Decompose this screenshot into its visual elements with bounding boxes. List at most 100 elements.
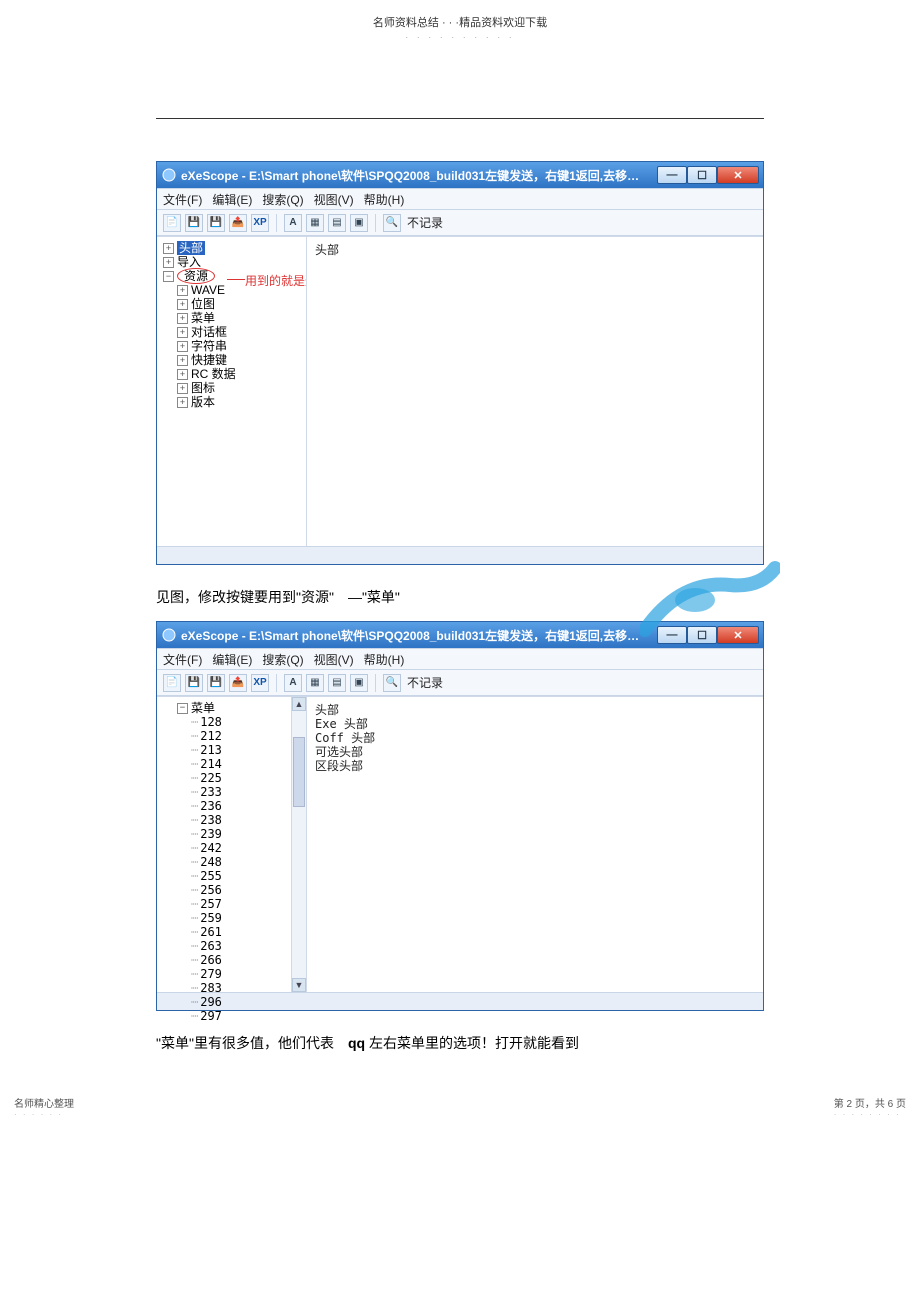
tree-node-menu-item[interactable]: ┈256 — [163, 883, 287, 897]
scrollbar[interactable]: ▲ ▼ — [291, 697, 306, 992]
collapse-icon[interactable]: − — [177, 703, 188, 714]
expand-icon[interactable]: + — [177, 397, 188, 408]
scroll-up-icon[interactable]: ▲ — [292, 697, 306, 711]
tree-node-menu-item[interactable]: ┈213 — [163, 743, 287, 757]
menu-view[interactable]: 视图(V) — [314, 191, 354, 208]
tree-node-string[interactable]: +字符串 — [163, 339, 302, 353]
expand-icon[interactable]: + — [177, 341, 188, 352]
titlebar[interactable]: eXeScope - E:\Smart phone\软件\SPQQ2008_bu… — [157, 162, 763, 188]
scroll-down-icon[interactable]: ▼ — [292, 978, 306, 992]
caption-1-text: 见图，修改按键要用到"资源" —"菜单" — [156, 589, 400, 605]
tree-node-icon[interactable]: +图标 — [163, 381, 302, 395]
tree-node-dialog[interactable]: +对话框 — [163, 325, 302, 339]
menu-search[interactable]: 搜索(Q) — [262, 651, 303, 668]
scroll-thumb[interactable] — [293, 737, 305, 807]
tree-node-header[interactable]: +头部 — [163, 241, 302, 255]
menu-view[interactable]: 视图(V) — [314, 651, 354, 668]
tool-log-icon[interactable]: 🔍 — [383, 674, 401, 692]
expand-icon[interactable]: + — [163, 257, 174, 268]
tree-node-menu-root[interactable]: −菜单 — [163, 701, 287, 715]
expand-icon[interactable]: + — [177, 327, 188, 338]
tree-node-accel[interactable]: +快捷键 — [163, 353, 302, 367]
tree-label: 212 — [200, 729, 222, 743]
tree-node-menu-item[interactable]: ┈259 — [163, 911, 287, 925]
maximize-button[interactable]: ☐ — [687, 626, 717, 644]
menu-file[interactable]: 文件(F) — [163, 191, 202, 208]
menu-file[interactable]: 文件(F) — [163, 651, 202, 668]
tool-export-icon[interactable]: 📤 — [229, 674, 247, 692]
titlebar[interactable]: eXeScope - E:\Smart phone\软件\SPQQ2008_bu… — [157, 622, 763, 648]
tree-node-menu-item[interactable]: ┈128 — [163, 715, 287, 729]
tool-grid-icon[interactable]: ▤ — [328, 674, 346, 692]
tree-node-menu[interactable]: +菜单 — [163, 311, 302, 325]
collapse-icon[interactable]: − — [163, 271, 174, 282]
toolbar-sep-2 — [375, 674, 376, 692]
close-button[interactable]: ✕ — [717, 166, 759, 184]
expand-icon[interactable]: + — [177, 285, 188, 296]
tool-xp-icon[interactable]: XP — [251, 214, 269, 232]
tree-node-menu-item[interactable]: ┈297 — [163, 1009, 287, 1023]
tool-open-icon[interactable]: 📄 — [163, 674, 181, 692]
expand-icon[interactable]: + — [177, 313, 188, 324]
statusbar — [157, 546, 763, 564]
tree-label: 128 — [200, 715, 222, 729]
tree-node-menu-item[interactable]: ┈296 — [163, 995, 287, 1009]
detail-line: 头部 — [315, 703, 755, 717]
tool-log-icon[interactable]: 🔍 — [383, 214, 401, 232]
tree-node-menu-item[interactable]: ┈279 — [163, 967, 287, 981]
tree-node-menu-item[interactable]: ┈214 — [163, 757, 287, 771]
tree-node-menu-item[interactable]: ┈239 — [163, 827, 287, 841]
tree-node-menu-item[interactable]: ┈233 — [163, 785, 287, 799]
tool-size-icon[interactable]: ▦ — [306, 214, 324, 232]
tree-node-menu-item[interactable]: ┈257 — [163, 897, 287, 911]
tree-node-rcdata[interactable]: +RC 数据 — [163, 367, 302, 381]
toolbar: 📄 💾 💾 📤 XP A ▦ ▤ ▣ 🔍 不记录 — [157, 670, 763, 696]
tree-node-import[interactable]: +导入 — [163, 255, 302, 269]
tool-open-icon[interactable]: 📄 — [163, 214, 181, 232]
tree-node-menu-item[interactable]: ┈263 — [163, 939, 287, 953]
tree-node-menu-item[interactable]: ┈236 — [163, 799, 287, 813]
menu-edit[interactable]: 编辑(E) — [212, 191, 252, 208]
tool-xp-icon[interactable]: XP — [251, 674, 269, 692]
tree-node-menu-item[interactable]: ┈255 — [163, 869, 287, 883]
tree-node-menu-item[interactable]: ┈225 — [163, 771, 287, 785]
menu-edit[interactable]: 编辑(E) — [212, 651, 252, 668]
tree-node-menu-item[interactable]: ┈266 — [163, 953, 287, 967]
tree-node-bitmap[interactable]: +位图 — [163, 297, 302, 311]
maximize-button[interactable]: ☐ — [687, 166, 717, 184]
tool-font-icon[interactable]: A — [284, 214, 302, 232]
expand-icon[interactable]: + — [177, 299, 188, 310]
expand-icon[interactable]: + — [177, 383, 188, 394]
app-window-1: eXeScope - E:\Smart phone\软件\SPQQ2008_bu… — [156, 161, 764, 565]
menu-help[interactable]: 帮助(H) — [364, 191, 405, 208]
tool-font-icon[interactable]: A — [284, 674, 302, 692]
expand-icon[interactable]: + — [163, 243, 174, 254]
expand-icon[interactable]: + — [177, 369, 188, 380]
tree-view[interactable]: +头部 +导入 −资源 用到的就是这个选项 +WAVE +位图 +菜单 +对话框… — [157, 237, 307, 546]
close-button[interactable]: ✕ — [717, 626, 759, 644]
tree-node-menu-item[interactable]: ┈238 — [163, 813, 287, 827]
tool-dialog-icon[interactable]: ▣ — [350, 214, 368, 232]
tree-node-version[interactable]: +版本 — [163, 395, 302, 409]
tree-node-menu-item[interactable]: ┈248 — [163, 855, 287, 869]
tool-save-icon[interactable]: 💾 — [185, 214, 203, 232]
tree-node-menu-item[interactable]: ┈283 — [163, 981, 287, 995]
tree-label: 296 — [200, 995, 222, 1009]
tree-node-menu-item[interactable]: ┈261 — [163, 925, 287, 939]
tool-save-icon[interactable]: 💾 — [185, 674, 203, 692]
tree-node-menu-item[interactable]: ┈212 — [163, 729, 287, 743]
minimize-button[interactable]: — — [657, 626, 687, 644]
minimize-button[interactable]: — — [657, 166, 687, 184]
tool-saveall-icon[interactable]: 💾 — [207, 214, 225, 232]
tool-dialog-icon[interactable]: ▣ — [350, 674, 368, 692]
menu-search[interactable]: 搜索(Q) — [262, 191, 303, 208]
expand-icon[interactable]: + — [177, 355, 188, 366]
tree-view[interactable]: −菜单 ┈128┈212┈213┈214┈225┈233┈236┈238┈239… — [157, 697, 291, 992]
tool-saveall-icon[interactable]: 💾 — [207, 674, 225, 692]
tool-grid-icon[interactable]: ▤ — [328, 214, 346, 232]
menu-help[interactable]: 帮助(H) — [364, 651, 405, 668]
tree-label-import: 导入 — [177, 255, 201, 269]
tool-export-icon[interactable]: 📤 — [229, 214, 247, 232]
tree-node-menu-item[interactable]: ┈242 — [163, 841, 287, 855]
tool-size-icon[interactable]: ▦ — [306, 674, 324, 692]
